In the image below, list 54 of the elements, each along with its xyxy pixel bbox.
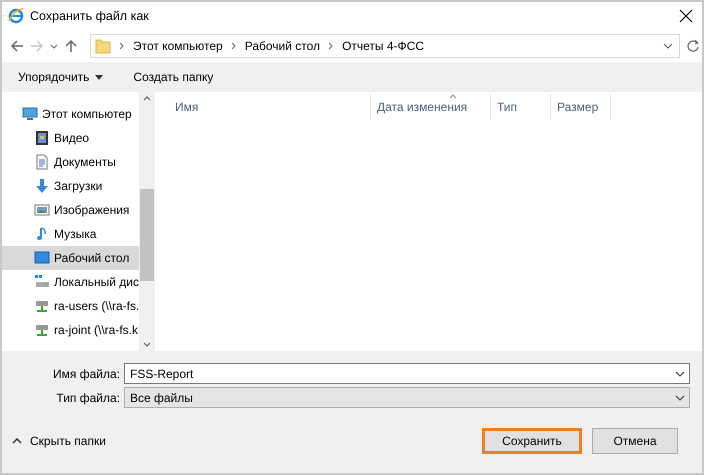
- scroll-down-icon[interactable]: [143, 342, 151, 347]
- chevron-right-icon: [119, 42, 125, 50]
- folder-icon: [95, 38, 111, 54]
- chevron-up-icon: [12, 438, 22, 444]
- new-folder-button[interactable]: Создать папку: [125, 66, 222, 88]
- column-header[interactable]: Имя: [169, 94, 371, 120]
- chevron-right-icon: [328, 42, 334, 50]
- organize-button[interactable]: Упорядочить: [10, 66, 112, 88]
- back-arrow-icon[interactable]: [10, 39, 24, 53]
- sidebar-item[interactable]: ra-users (\\ra-fs.: [2, 294, 139, 318]
- breadcrumb-item[interactable]: Отчеты 4-ФСС: [342, 39, 424, 53]
- sort-caret-icon: [449, 94, 457, 99]
- chevron-down-icon[interactable]: [50, 44, 58, 48]
- sidebar-item[interactable]: Видео: [2, 126, 139, 150]
- scroll-up-icon[interactable]: [143, 96, 151, 101]
- save-button[interactable]: Сохранить: [482, 428, 582, 454]
- sidebar-item[interactable]: Локальный дис: [2, 270, 139, 294]
- sidebar-item[interactable]: Музыка: [2, 222, 139, 246]
- pictures-icon: [34, 202, 50, 218]
- chevron-down-icon[interactable]: [675, 370, 685, 376]
- hide-folders-button[interactable]: Скрыть папки: [2, 433, 112, 449]
- chevron-right-icon: [230, 42, 237, 50]
- file-name-field[interactable]: FSS-Report: [124, 363, 690, 384]
- up-arrow-icon[interactable]: [64, 39, 78, 53]
- chevron-down-icon[interactable]: [663, 42, 673, 50]
- column-header[interactable]: Тип: [491, 94, 551, 120]
- sidebar-item[interactable]: Загрузки: [2, 174, 139, 198]
- sidebar-item[interactable]: Документы: [2, 150, 139, 174]
- breadcrumb-item[interactable]: Рабочий стол: [244, 39, 320, 53]
- sidebar-item[interactable]: Рабочий стол: [2, 246, 139, 270]
- browser-icon: [8, 8, 24, 24]
- close-icon[interactable]: [678, 8, 694, 24]
- column-header[interactable]: Дата изменения: [371, 94, 491, 120]
- computer-icon: [22, 106, 38, 122]
- video-icon: [34, 130, 50, 146]
- chevron-down-icon[interactable]: [675, 394, 685, 400]
- caret-icon: [95, 74, 104, 80]
- sidebar-item[interactable]: ra-joint (\\ra-fs.k: [2, 318, 139, 342]
- disk-icon: [34, 274, 50, 290]
- column-header[interactable]: Размер: [551, 94, 611, 120]
- file-type-dropdown[interactable]: Все файлы: [124, 387, 690, 408]
- breadcrumb-item[interactable]: Этот компьютер: [133, 39, 223, 53]
- desktop-icon: [34, 250, 50, 266]
- cancel-button[interactable]: Отмена: [592, 428, 678, 454]
- network-icon: [34, 298, 50, 314]
- file-type-label: Тип файла:: [55, 390, 120, 404]
- network-icon: [34, 322, 50, 338]
- file-name-label: Имя файла:: [52, 366, 120, 380]
- sidebar-item[interactable]: Изображения: [2, 198, 139, 222]
- sidebar-item[interactable]: Этот компьютер: [2, 102, 139, 126]
- downloads-icon: [34, 178, 50, 194]
- refresh-icon[interactable]: [686, 39, 700, 53]
- documents-icon: [34, 154, 50, 170]
- window-title: Сохранить файл как: [30, 9, 150, 23]
